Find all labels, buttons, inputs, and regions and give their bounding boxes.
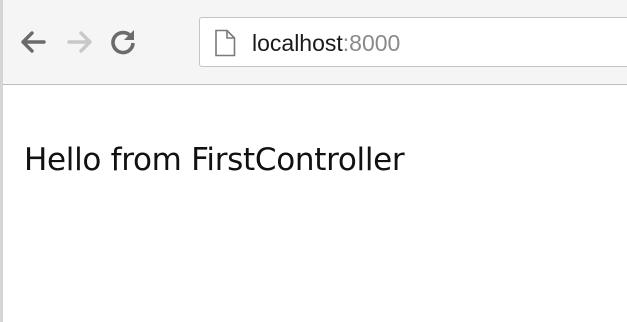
arrow-right-icon — [67, 31, 92, 53]
forward-button[interactable] — [65, 22, 95, 62]
address-bar[interactable]: localhost:8000 — [199, 17, 627, 67]
url-host: localhost — [252, 30, 343, 56]
browser-window: localhost:8000 Hello from FirstControlle… — [0, 0, 627, 322]
url-text: localhost:8000 — [252, 27, 400, 59]
browser-toolbar: localhost:8000 — [0, 0, 627, 85]
page-message: Hello from FirstController — [24, 142, 405, 178]
page-content: Hello from FirstController — [0, 85, 627, 322]
window-border — [0, 0, 3, 322]
reload-icon — [111, 30, 135, 55]
back-button[interactable] — [18, 22, 48, 62]
arrow-left-icon — [21, 31, 46, 53]
document-icon — [215, 29, 236, 57]
url-port: :8000 — [342, 30, 401, 56]
reload-button[interactable] — [108, 22, 138, 62]
